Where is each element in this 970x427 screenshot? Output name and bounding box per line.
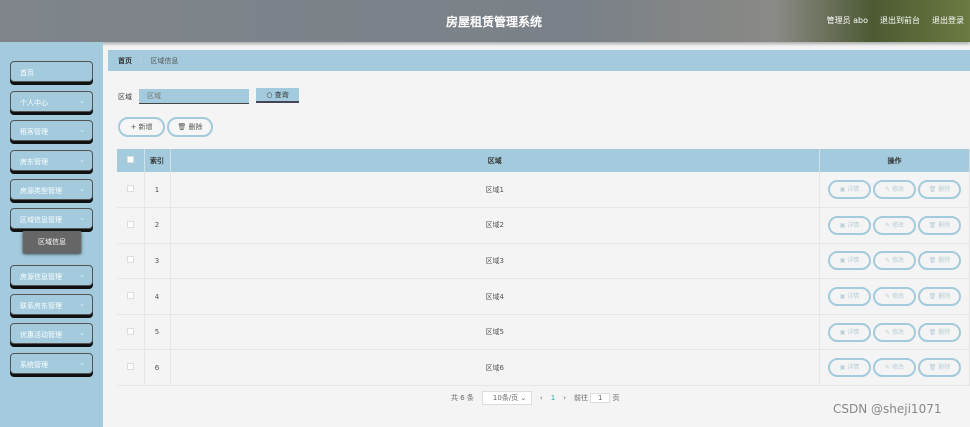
edit-button[interactable]: ✎ 修改 xyxy=(873,251,916,271)
table-row: 6 区域6 ▣ 详情 ✎ 修改 🗑 删除 xyxy=(117,349,970,387)
user-label: 管理员 abo xyxy=(826,16,868,25)
sidebar-item[interactable]: 个人中心 ⌄ xyxy=(10,91,93,112)
sidebar-item[interactable]: 系统管理 ⌄ xyxy=(10,353,93,374)
row-delete-button[interactable]: 🗑 删除 xyxy=(918,251,961,271)
edit-button[interactable]: ✎ 修改 xyxy=(873,322,916,342)
chevron-down-icon: ⌄ xyxy=(79,359,85,367)
row-checkbox[interactable] xyxy=(126,292,134,300)
chevron-down-icon: ⌄ xyxy=(79,214,85,222)
row-index: 2 xyxy=(144,207,171,244)
prev-page-icon[interactable]: ‹ xyxy=(540,394,543,402)
detail-button[interactable]: ▣ 详情 xyxy=(828,251,871,271)
sidebar-item[interactable]: 房东管理 ⌄ xyxy=(10,150,93,171)
page-number[interactable]: 1 xyxy=(551,394,555,402)
region-search-input[interactable] xyxy=(139,89,249,104)
select-all-checkbox[interactable] xyxy=(126,156,134,163)
search-label: 区域 xyxy=(118,93,132,101)
page-size-select[interactable]: 10条/页 ⌄ xyxy=(481,391,532,405)
total-count: 共 6 条 xyxy=(451,394,474,402)
detail-button[interactable]: ▣ 详情 xyxy=(828,180,871,200)
page-unit: 页 xyxy=(612,394,620,402)
row-region: 区域2 xyxy=(170,207,820,244)
sidebar-item[interactable]: 联系房东管理 ⌄ xyxy=(10,294,93,315)
breadcrumb-home[interactable]: 首页 xyxy=(118,57,132,65)
edit-button[interactable]: ✎ 修改 xyxy=(873,287,916,307)
row-index: 3 xyxy=(144,243,171,280)
pagination: 共 6 条 10条/页 ⌄ ‹ 1 › 前往 1 页 xyxy=(451,391,619,405)
row-checkbox[interactable] xyxy=(126,185,134,193)
row-index: 5 xyxy=(144,314,171,351)
trash-icon: 🗑 xyxy=(177,123,189,131)
watermark: CSDN @sheji1071 xyxy=(833,402,942,416)
row-delete-button[interactable]: 🗑 删除 xyxy=(918,358,961,378)
header: 房屋租赁管理系统 管理员 abo 退出到前台 退出登录 xyxy=(0,0,970,42)
add-button[interactable]: + 新增 xyxy=(118,117,165,137)
row-region: 区域6 xyxy=(170,349,820,387)
logout-link[interactable]: 退出登录 xyxy=(932,15,964,26)
chevron-down-icon: ⌄ xyxy=(79,271,85,279)
row-index: 4 xyxy=(144,278,171,315)
col-ops: 操作 xyxy=(819,149,970,172)
query-button[interactable]: ○ 查询 xyxy=(256,88,299,103)
detail-button[interactable]: ▣ 详情 xyxy=(828,287,871,307)
row-region: 区域3 xyxy=(170,243,820,280)
edit-button[interactable]: ✎ 修改 xyxy=(873,180,916,200)
row-delete-button[interactable]: 🗑 删除 xyxy=(918,215,961,235)
sidebar-item[interactable]: 租客管理 ⌄ xyxy=(10,120,93,141)
row-index: 6 xyxy=(144,349,171,387)
search-icon: ○ xyxy=(266,91,275,99)
goto-input[interactable]: 1 xyxy=(590,393,611,403)
chevron-down-icon: ⌄ xyxy=(79,156,85,164)
sidebar-item[interactable]: 优惠活动管理 ⌄ xyxy=(10,323,93,344)
table-row: 2 区域2 ▣ 详情 ✎ 修改 🗑 删除 xyxy=(117,207,970,244)
sidebar-item[interactable]: 房源信息管理 ⌄ xyxy=(10,265,93,286)
table-row: 1 区域1 ▣ 详情 ✎ 修改 🗑 删除 xyxy=(117,172,970,209)
sidebar-subitem-region-info[interactable]: 区域信息 xyxy=(23,231,81,253)
breadcrumb: 首页 / 区域信息 xyxy=(108,50,970,71)
chevron-down-icon: ⌄ xyxy=(79,329,85,337)
row-index: 1 xyxy=(144,172,171,209)
row-region: 区域1 xyxy=(170,172,820,209)
plus-icon: + xyxy=(130,123,139,131)
row-region: 区域5 xyxy=(170,314,820,351)
sidebar-item[interactable]: 区域信息管理 ⌄ xyxy=(10,208,93,229)
sidebar-item[interactable]: 房源类型管理 ⌄ xyxy=(10,179,93,200)
next-page-icon[interactable]: › xyxy=(563,394,566,402)
chevron-down-icon: ⌄ xyxy=(79,126,85,134)
region-table: 索引 区域 操作 1 区域1 ▣ 详情 ✎ 修改 🗑 删除 2 区域2 ▣ 详情 ✎ 修改 🗑 删… xyxy=(117,149,970,387)
col-region: 区域 xyxy=(170,149,820,172)
edit-button[interactable]: ✎ 修改 xyxy=(873,358,916,378)
row-delete-button[interactable]: 🗑 删除 xyxy=(918,322,961,342)
to-front-link[interactable]: 退出到前台 xyxy=(880,15,920,26)
row-delete-button[interactable]: 🗑 删除 xyxy=(918,287,961,307)
detail-button[interactable]: ▣ 详情 xyxy=(828,322,871,342)
goto-label: 前往 xyxy=(574,394,588,402)
breadcrumb-current: 区域信息 xyxy=(150,57,179,65)
table-row: 5 区域5 ▣ 详情 ✎ 修改 🗑 删除 xyxy=(117,314,970,351)
row-delete-button[interactable]: 🗑 删除 xyxy=(918,180,961,200)
sidebar-item[interactable]: 首页 xyxy=(10,61,93,82)
row-checkbox[interactable] xyxy=(126,256,134,264)
delete-button[interactable]: 🗑 删除 xyxy=(167,117,213,137)
chevron-down-icon: ⌄ xyxy=(79,97,85,105)
row-checkbox[interactable] xyxy=(126,220,134,228)
table-row: 4 区域4 ▣ 详情 ✎ 修改 🗑 删除 xyxy=(117,278,970,315)
app-title: 房屋租赁管理系统 xyxy=(446,15,543,29)
row-checkbox[interactable] xyxy=(126,363,134,371)
chevron-down-icon: ⌄ xyxy=(79,185,85,193)
detail-button[interactable]: ▣ 详情 xyxy=(828,215,871,235)
chevron-down-icon: ⌄ xyxy=(79,300,85,308)
edit-button[interactable]: ✎ 修改 xyxy=(873,215,916,235)
row-region: 区域4 xyxy=(170,278,820,315)
row-checkbox[interactable] xyxy=(126,327,134,335)
detail-button[interactable]: ▣ 详情 xyxy=(828,358,871,378)
col-index: 索引 xyxy=(144,149,171,172)
table-row: 3 区域3 ▣ 详情 ✎ 修改 🗑 删除 xyxy=(117,243,970,280)
